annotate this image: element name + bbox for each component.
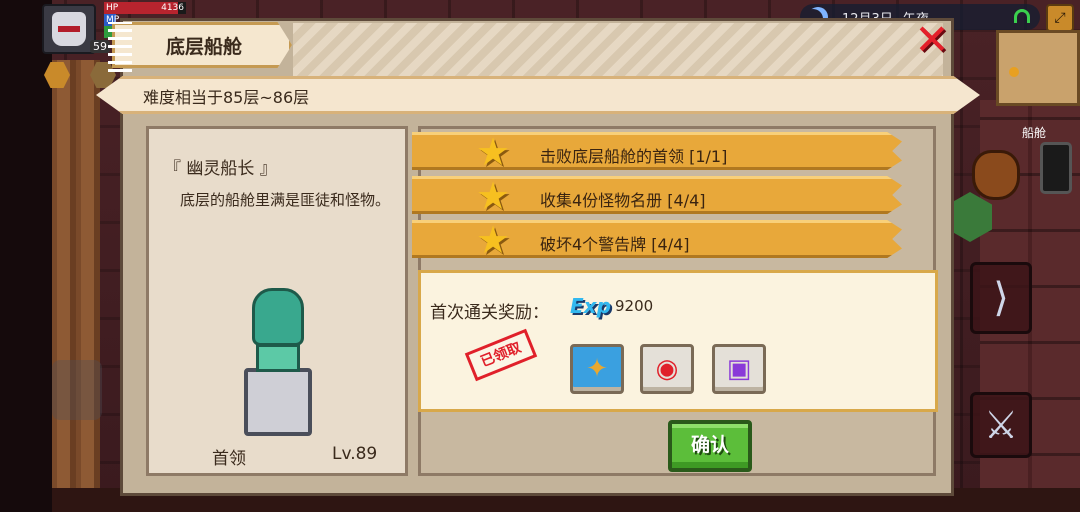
knight-helmet-icon [52,12,86,46]
boss-name: 『 幽灵船长 』 [164,159,277,179]
objective-row: ★ 收集4份怪物名册 [4/4] [412,176,902,214]
objective-row: ★ 破坏4个警告牌 [4/4] [412,220,902,258]
dialog-title: 底层船舱 [166,36,243,58]
objective-text: 收集4份怪物名册 [4/4] [540,191,706,210]
hp-value: 4136 [161,3,184,13]
boss-label: 首领 [212,449,246,469]
difficulty-text: 难度相当于85层~86层 [143,88,310,107]
confirm-button[interactable]: 确认 [668,420,752,472]
hp-label: HP [106,3,119,13]
objective-text: 破坏4个警告牌 [4/4] [540,235,690,254]
location-label: 船舱 [1022,126,1047,140]
star-icon: ★ [476,218,511,262]
star-icon: ★ [476,174,511,218]
fullscreen-button[interactable]: ⤢ [1046,4,1074,32]
exp-value: 9200 [615,297,654,315]
player-avatar[interactable] [42,4,96,54]
wooden-beam [52,60,100,512]
reward-label: 首次通关奖励： [430,303,549,323]
ghost-captain-statue-icon [238,288,318,438]
purple-chest-icon[interactable]: ▣ [712,344,766,394]
reward-item-glyph: ✦ [586,354,608,384]
map-sign [996,30,1080,106]
exp-icon: Exp [570,294,611,318]
close-icon[interactable]: ✕ [912,19,952,62]
hp-bar: HP 4136 [104,2,186,14]
player-level-badge: 59 [90,40,110,53]
dialog-header-decoration [293,23,943,79]
pot-icon [972,150,1020,200]
sword-attack-button[interactable]: ⚔ [970,392,1032,458]
notebook-rings [108,22,132,72]
reward-item-glyph: ▣ [726,354,752,384]
movement-pad[interactable] [52,360,102,420]
bow-weapon-button[interactable]: ⟩ [970,262,1032,334]
left-wall [0,0,52,512]
scroll-key-icon[interactable]: ✦ [570,344,624,394]
objective-row: ★ 击败底层船舱的首领 [1/1] [412,132,902,170]
boss-level: Lv.89 [332,444,378,464]
phone-icon[interactable] [1040,142,1072,194]
objective-text: 击败底层船舱的首领 [1/1] [540,147,728,166]
red-trophy-icon[interactable]: ◉ [640,344,694,394]
wifi-icon [1014,9,1030,23]
boss-description: 底层的船舱里满是匪徒和怪物。 [180,191,391,209]
star-icon: ★ [476,130,511,174]
reward-item-glyph: ◉ [655,354,679,384]
